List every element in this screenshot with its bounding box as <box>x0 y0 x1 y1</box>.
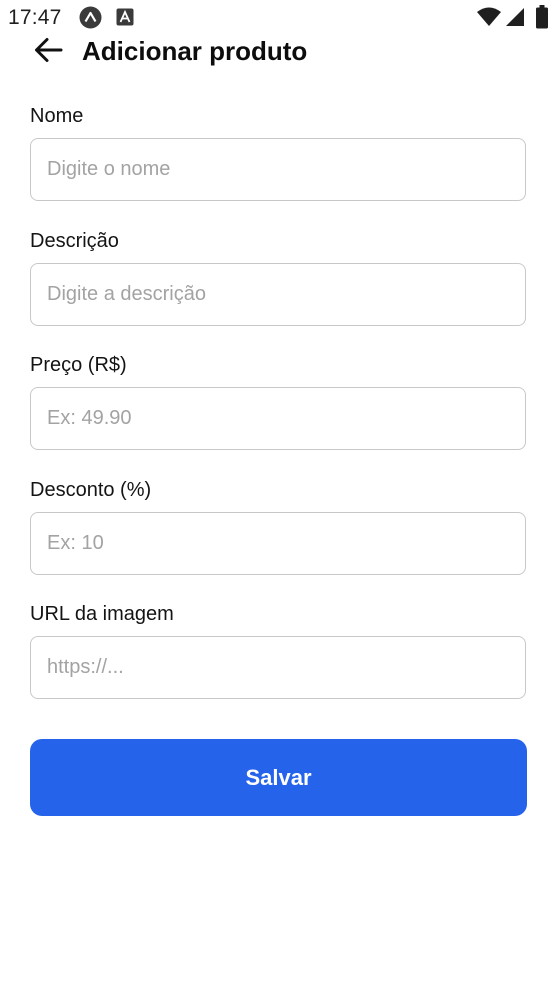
discount-label: Desconto (%) <box>30 479 152 501</box>
image-url-label: URL da imagem <box>30 603 174 625</box>
price-input[interactable] <box>30 387 526 450</box>
battery-icon <box>535 5 549 29</box>
android-app-icon <box>79 6 102 29</box>
price-label: Preço (R$) <box>30 354 127 376</box>
name-label: Nome <box>30 105 84 127</box>
status-bar: 17:47 <box>0 0 556 34</box>
signal-icon <box>505 7 525 27</box>
name-input[interactable] <box>30 138 526 201</box>
status-time: 17:47 <box>8 6 62 29</box>
page-title: Adicionar produto <box>82 36 308 66</box>
description-input[interactable] <box>30 263 526 326</box>
arrow-left-icon <box>33 37 63 68</box>
wifi-icon <box>476 7 502 27</box>
save-button[interactable]: Salvar <box>30 739 527 816</box>
discount-input[interactable] <box>30 512 526 575</box>
image-url-input[interactable] <box>30 636 526 699</box>
a-square-app-icon <box>116 8 134 26</box>
description-label: Descrição <box>30 230 119 252</box>
app-header: Adicionar produto <box>0 30 556 74</box>
back-button[interactable] <box>28 32 68 72</box>
